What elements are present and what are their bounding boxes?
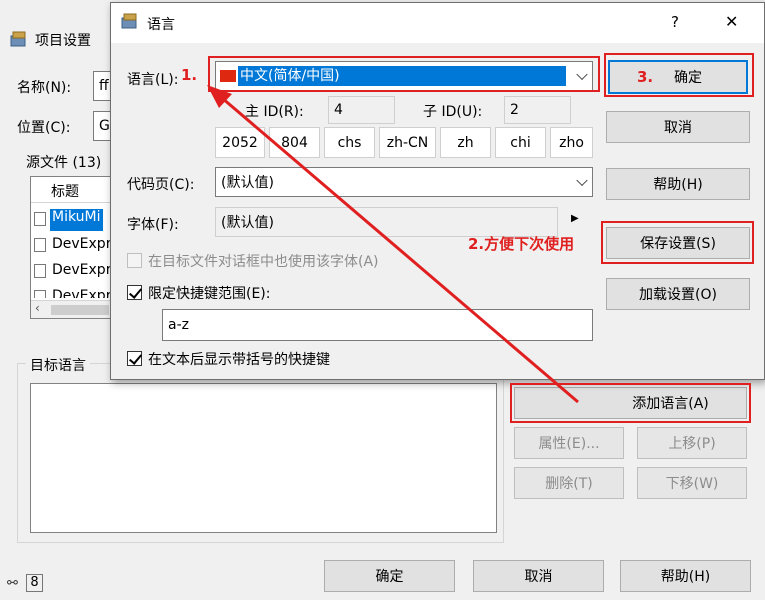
annotation-arrow [207, 85, 579, 404]
